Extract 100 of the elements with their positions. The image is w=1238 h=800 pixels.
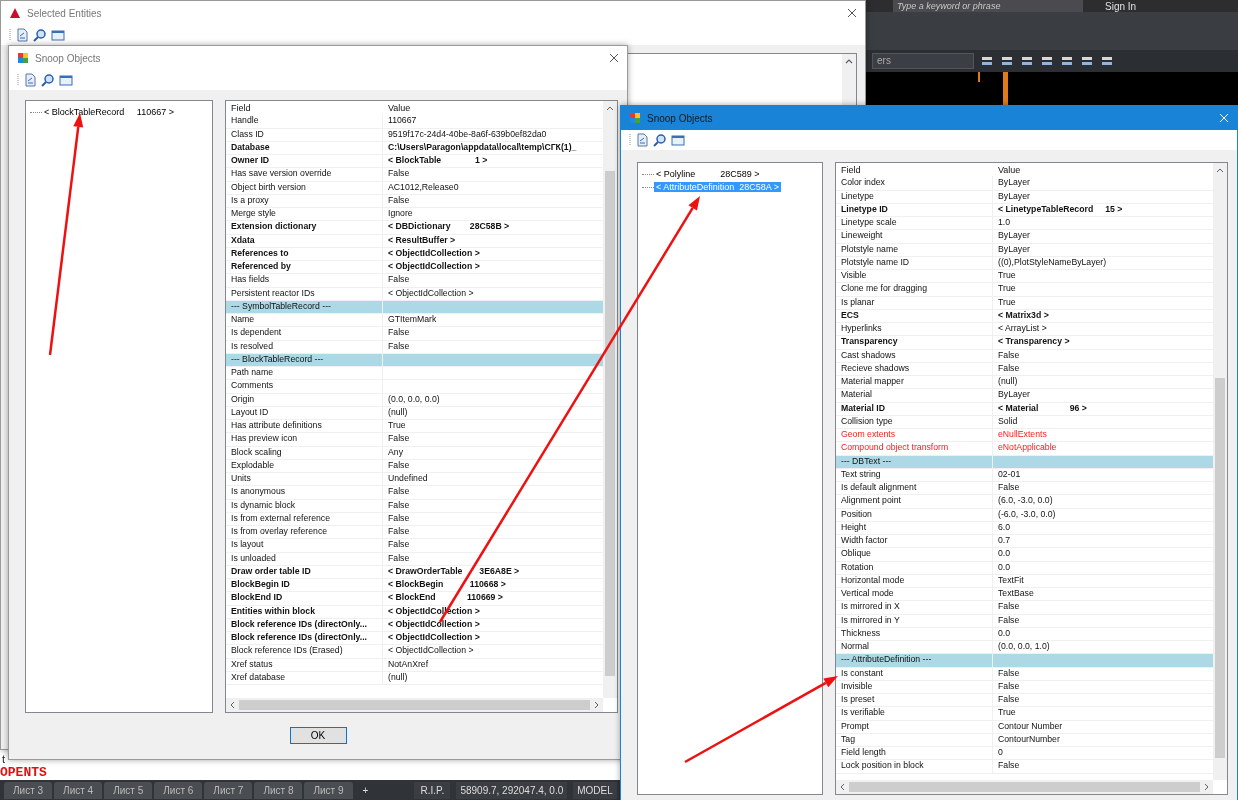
scroll-left-icon[interactable] bbox=[839, 783, 845, 791]
sign-in-link[interactable]: Sign In bbox=[1105, 0, 1137, 12]
scroll-up-icon[interactable] bbox=[845, 58, 853, 64]
column-header[interactable]: Value bbox=[383, 101, 603, 116]
table-cell: Height bbox=[836, 520, 993, 535]
status-item[interactable]: R.I.P. bbox=[414, 781, 451, 799]
table-cell: False bbox=[383, 458, 603, 473]
window-icon[interactable] bbox=[59, 73, 73, 87]
window-title: Snoop Objects bbox=[647, 112, 714, 124]
table-cell: Transparency bbox=[836, 335, 993, 350]
table-cell: Xref status bbox=[226, 657, 383, 672]
table-cell: False bbox=[383, 432, 603, 447]
column-header[interactable]: Field bbox=[226, 101, 383, 116]
layout-tab[interactable]: Лист 7 bbox=[204, 781, 253, 799]
layer-tool-icon[interactable] bbox=[1060, 54, 1074, 68]
table-cell: Block reference IDs (directOnly... bbox=[226, 631, 383, 646]
table-cell: False bbox=[993, 348, 1213, 363]
layout-tab[interactable]: Лист 9 bbox=[304, 781, 353, 799]
table-cell: --- DBText --- bbox=[836, 454, 993, 469]
table-cell: True bbox=[383, 419, 603, 434]
table-cell: Is preset bbox=[836, 693, 993, 708]
scroll-right-icon[interactable] bbox=[1204, 783, 1210, 791]
table-cell: Compound object transform bbox=[836, 441, 993, 456]
table-cell: Clone me for dragging bbox=[836, 282, 993, 297]
search-icon[interactable] bbox=[653, 133, 667, 147]
window-icon[interactable] bbox=[51, 28, 65, 42]
add-tab-button[interactable]: + bbox=[354, 784, 377, 796]
layer-tool-icon[interactable] bbox=[1100, 54, 1114, 68]
layer-tool-icon[interactable] bbox=[1080, 54, 1094, 68]
window-icon[interactable] bbox=[671, 133, 685, 147]
table-cell: eNotApplicable bbox=[993, 441, 1213, 456]
vertical-scrollbar[interactable] bbox=[603, 101, 617, 698]
search-field[interactable]: Type a keyword or phrase bbox=[893, 0, 1083, 12]
table-cell: ContourNumber bbox=[993, 732, 1213, 747]
table-cell: ((0),PlotStyleNameByLayer) bbox=[993, 255, 1213, 270]
table-cell: Ignore bbox=[383, 207, 603, 222]
table-cell: Owner ID bbox=[226, 154, 383, 169]
table-cell: < BlockTable 1 > bbox=[383, 154, 603, 169]
table-cell: ByLayer bbox=[993, 176, 1213, 191]
table-cell: Hyperlinks bbox=[836, 322, 993, 337]
layer-dropdown[interactable]: ers bbox=[872, 53, 974, 69]
model-space-toggle[interactable]: MODEL bbox=[573, 781, 617, 799]
table-cell: Any bbox=[383, 445, 603, 460]
table-cell: Horizontal mode bbox=[836, 573, 993, 588]
layout-tab[interactable]: Лист 5 bbox=[104, 781, 153, 799]
layout-tab[interactable]: Лист 4 bbox=[54, 781, 103, 799]
close-icon[interactable] bbox=[609, 53, 619, 63]
scroll-up-icon[interactable] bbox=[1216, 167, 1224, 173]
scroll-left-icon[interactable] bbox=[229, 701, 235, 709]
table-cell: False bbox=[383, 273, 603, 288]
layer-tool-icon[interactable] bbox=[1040, 54, 1054, 68]
tree-item[interactable]: < BlockTableRecord 110667 > bbox=[42, 107, 176, 117]
table-cell: C:\Users\Paragon\appdata\local\temp\СГК(1)_ bbox=[383, 140, 603, 155]
table-cell: Has save version override bbox=[226, 167, 383, 182]
layer-tool-icon[interactable] bbox=[1020, 54, 1034, 68]
layer-tool-icon[interactable] bbox=[1000, 54, 1014, 68]
table-cell: ECS bbox=[836, 308, 993, 323]
table-cell: ByLayer bbox=[993, 242, 1213, 257]
close-icon[interactable] bbox=[847, 8, 857, 18]
document-icon[interactable] bbox=[23, 73, 37, 87]
table-cell: False bbox=[993, 613, 1213, 628]
table-cell: False bbox=[383, 339, 603, 354]
scroll-up-icon[interactable] bbox=[606, 105, 614, 111]
window-title: Snoop Objects bbox=[35, 52, 102, 64]
table-cell: < ObjectIdCollection > bbox=[383, 631, 603, 646]
tree-item[interactable]: < Polyline 28C589 > bbox=[654, 169, 762, 179]
table-cell: Solid bbox=[993, 414, 1213, 429]
table-cell: 9519f17c-24d4-40be-8a6f-639b0ef82da0 bbox=[383, 127, 603, 142]
table-cell: Plotstyle name ID bbox=[836, 255, 993, 270]
table-cell: Block reference IDs (Erased) bbox=[226, 644, 383, 659]
table-cell: < Material 96 > bbox=[993, 401, 1213, 416]
table-cell: Is a proxy bbox=[226, 193, 383, 208]
app-icon bbox=[629, 112, 641, 124]
search-icon[interactable] bbox=[41, 73, 55, 87]
layout-tab[interactable]: Лист 6 bbox=[154, 781, 203, 799]
document-icon[interactable] bbox=[635, 133, 649, 147]
app-logo-icon bbox=[9, 7, 21, 19]
table-cell: < BlockBegin 110668 > bbox=[383, 578, 603, 593]
coordinates: 58909.7, 292047.4, 0.0 bbox=[456, 781, 568, 799]
layout-tab[interactable]: Лист 3 bbox=[4, 781, 53, 799]
vertical-scrollbar[interactable] bbox=[1213, 163, 1227, 780]
table-cell: Geom extents bbox=[836, 428, 993, 443]
table-cell: Oblique bbox=[836, 547, 993, 562]
horizontal-scrollbar[interactable] bbox=[836, 780, 1213, 794]
table-cell: ByLayer bbox=[993, 229, 1213, 244]
column-header[interactable]: Value bbox=[993, 163, 1213, 178]
table-cell: Plotstyle name bbox=[836, 242, 993, 257]
layout-tab[interactable]: Лист 8 bbox=[254, 781, 303, 799]
document-icon[interactable] bbox=[15, 28, 29, 42]
ok-button[interactable]: OK bbox=[289, 727, 347, 744]
column-header[interactable]: Field bbox=[836, 163, 993, 178]
scroll-right-icon[interactable] bbox=[594, 701, 600, 709]
table-cell: Block reference IDs (directOnly... bbox=[226, 617, 383, 632]
horizontal-scrollbar[interactable] bbox=[226, 698, 603, 712]
layer-tool-icon[interactable] bbox=[980, 54, 994, 68]
table-cell: TextFit bbox=[993, 573, 1213, 588]
table-cell: Database bbox=[226, 140, 383, 155]
table-cell: False bbox=[993, 361, 1213, 376]
table-cell: (0.0, 0.0, 0.0) bbox=[383, 392, 603, 407]
search-icon[interactable] bbox=[33, 28, 47, 42]
